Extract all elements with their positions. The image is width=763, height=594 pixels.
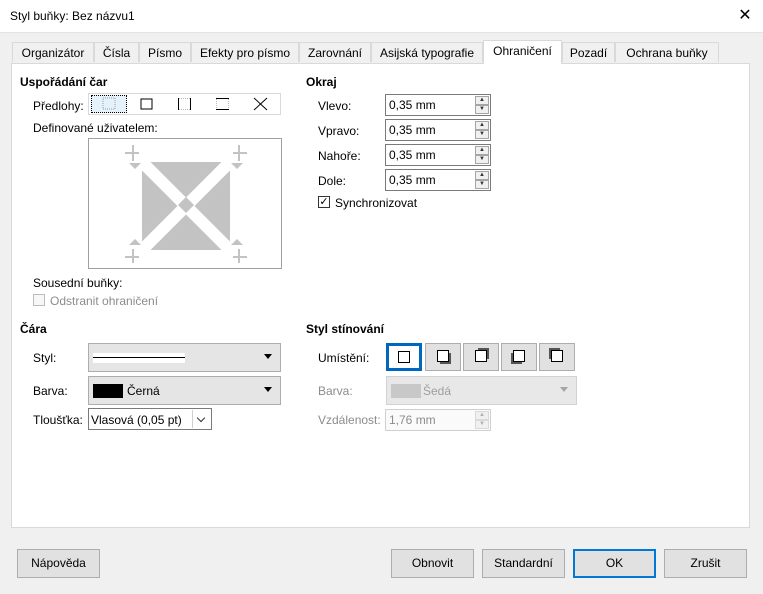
tab-alignment[interactable]: Zarovnání <box>299 42 371 62</box>
shadow-title: Styl stínování <box>306 322 385 336</box>
shadow-color-swatch <box>391 384 421 398</box>
preset-none-button[interactable] <box>91 95 127 113</box>
help-button[interactable]: Nápověda <box>17 549 100 578</box>
preset-top-bottom-icon <box>216 98 229 110</box>
padding-title: Okraj <box>306 75 337 89</box>
shadow-distance-up-icon[interactable]: ▲ <box>475 411 489 420</box>
padding-right-label: Vpravo: <box>318 124 360 138</box>
padding-top-up-icon[interactable]: ▲ <box>475 146 489 155</box>
padding-left-label: Vlevo: <box>318 99 352 113</box>
tab-background[interactable]: Pozadí <box>562 42 615 62</box>
remove-borders-checkbox[interactable] <box>33 294 45 306</box>
padding-right-spin[interactable]: 0,35 mm ▲ ▼ <box>385 119 491 141</box>
padding-left-down-icon[interactable]: ▼ <box>475 105 489 114</box>
chevron-down-icon <box>264 354 272 359</box>
line-width-combobox[interactable]: Vlasová (0,05 pt) <box>88 408 212 430</box>
padding-top-spin[interactable]: 0,35 mm ▲ ▼ <box>385 144 491 166</box>
tab-font-effects[interactable]: Efekty pro písmo <box>191 42 299 62</box>
line-style-label: Styl: <box>33 351 57 365</box>
tab-font[interactable]: Písmo <box>139 42 191 62</box>
padding-left-up-icon[interactable]: ▲ <box>475 96 489 105</box>
padding-top-label: Nahoře: <box>318 149 361 163</box>
padding-right-up-icon[interactable]: ▲ <box>475 121 489 130</box>
padding-bottom-value: 0,35 mm <box>389 173 436 187</box>
padding-bottom-down-icon[interactable]: ▼ <box>475 180 489 189</box>
shadow-distance-label: Vzdálenost: <box>318 413 381 427</box>
padding-top-down-icon[interactable]: ▼ <box>475 155 489 164</box>
synchronize-checkbox[interactable]: ✓ <box>318 196 330 208</box>
padding-top-value: 0,35 mm <box>389 148 436 162</box>
synchronize-label: Synchronizovat <box>335 196 418 210</box>
padding-bottom-spin[interactable]: 0,35 mm ▲ ▼ <box>385 169 491 191</box>
border-preview[interactable] <box>88 138 282 269</box>
shadow-distance-value: 1,76 mm <box>389 413 436 427</box>
shadow-top-left-button[interactable] <box>539 343 575 371</box>
shadow-bottom-left-button[interactable] <box>501 343 537 371</box>
padding-bottom-up-icon[interactable]: ▲ <box>475 171 489 180</box>
shadow-top-right-button[interactable] <box>463 343 499 371</box>
chevron-down-icon <box>560 387 568 392</box>
line-width-dropdown-button[interactable] <box>192 410 210 428</box>
preset-diagonal-icon <box>253 97 268 111</box>
preset-box-icon <box>140 98 153 110</box>
tab-organizer[interactable]: Organizátor <box>12 42 94 62</box>
shadow-distance-down-icon[interactable]: ▼ <box>475 420 489 429</box>
preset-left-right-icon <box>178 98 191 110</box>
shadow-color-label: Barva: <box>318 384 353 398</box>
shadow-position-label: Umístění: <box>318 351 370 365</box>
padding-right-value: 0,35 mm <box>389 123 436 137</box>
shadow-distance-spin[interactable]: 1,76 mm ▲ ▼ <box>385 409 491 431</box>
remove-borders-label: Odstranit ohraničení <box>50 294 159 308</box>
line-width-value: Vlasová (0,05 pt) <box>91 413 182 427</box>
padding-left-value: 0,35 mm <box>389 98 436 112</box>
border-preview-canvas <box>125 145 247 263</box>
line-style-dropdown[interactable] <box>88 343 281 372</box>
shadow-none-icon <box>398 351 410 363</box>
preset-none-icon <box>102 97 116 110</box>
close-icon[interactable]: ✕ <box>735 6 755 26</box>
line-title: Čára <box>20 322 47 336</box>
line-style-preview <box>93 353 185 363</box>
line-color-value: Černá <box>127 384 160 398</box>
shadow-bottom-right-button[interactable] <box>425 343 461 371</box>
shadow-top-right-icon <box>475 348 489 362</box>
line-width-label: Tloušťka: <box>33 413 83 427</box>
reset-button[interactable]: Obnovit <box>391 549 474 578</box>
ok-button[interactable]: OK <box>573 549 656 578</box>
shadow-none-button[interactable] <box>386 343 422 371</box>
tab-borders[interactable]: Ohraničení <box>483 40 562 64</box>
cancel-button[interactable]: Zrušit <box>664 549 747 578</box>
shadow-bottom-left-icon <box>511 350 525 364</box>
adjacent-cells-label: Sousední buňky: <box>33 276 123 290</box>
padding-right-down-icon[interactable]: ▼ <box>475 130 489 139</box>
line-color-dropdown[interactable]: Černá <box>88 376 281 405</box>
line-arrangement-title: Uspořádání čar <box>20 75 108 89</box>
tab-asian-typography[interactable]: Asijská typografie <box>371 42 483 62</box>
chevron-down-icon <box>196 413 206 423</box>
line-color-label: Barva: <box>33 384 68 398</box>
shadow-color-value: Šedá <box>423 384 452 398</box>
user-defined-label: Definované uživatelem: <box>33 121 158 135</box>
preset-top-bottom-button[interactable] <box>205 95 241 113</box>
line-color-swatch <box>93 384 123 398</box>
window-title: Styl buňky: Bez názvu1 <box>10 9 135 23</box>
shadow-bottom-right-icon <box>437 350 451 364</box>
presets-toolbar <box>88 93 281 115</box>
preset-diagonal-button[interactable] <box>243 95 279 113</box>
chevron-down-icon <box>264 387 272 392</box>
title-bar: Styl buňky: Bez názvu1 ✕ <box>0 0 763 33</box>
padding-left-spin[interactable]: 0,35 mm ▲ ▼ <box>385 94 491 116</box>
tab-numbers[interactable]: Čísla <box>94 42 139 62</box>
standard-button[interactable]: Standardní <box>482 549 565 578</box>
shadow-top-left-icon <box>549 348 563 362</box>
tab-cell-protection[interactable]: Ochrana buňky <box>615 42 719 62</box>
preset-box-button[interactable] <box>129 95 165 113</box>
padding-bottom-label: Dole: <box>318 174 347 188</box>
preset-left-right-button[interactable] <box>167 95 203 113</box>
presets-label: Předlohy: <box>33 99 84 113</box>
shadow-color-dropdown[interactable]: Šedá <box>386 376 577 405</box>
